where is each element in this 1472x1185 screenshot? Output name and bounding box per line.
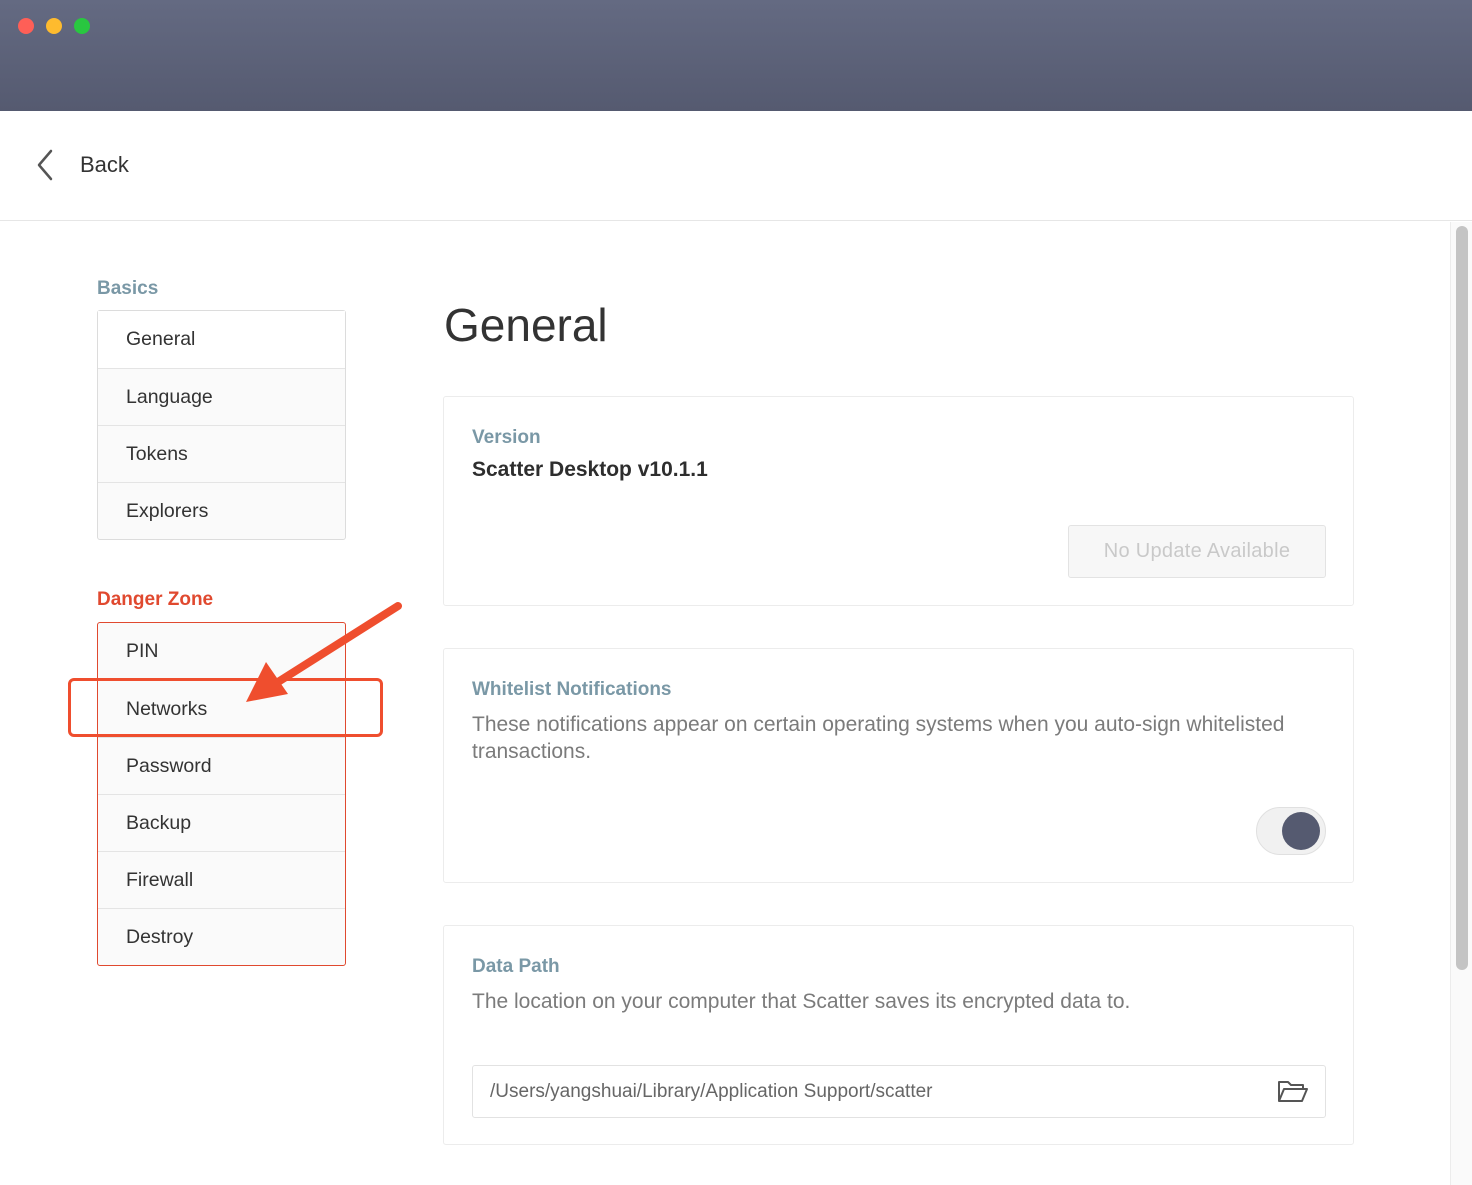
data-path-field[interactable]: /Users/yangshuai/Library/Application Sup… [472, 1065, 1326, 1118]
maximize-window-button[interactable] [74, 18, 90, 34]
sidebar-item-general[interactable]: General [98, 311, 345, 368]
whitelist-toggle[interactable] [1256, 807, 1326, 855]
data-path-description: The location on your computer that Scatt… [472, 990, 1131, 1013]
page-title: General [444, 299, 608, 351]
arrow-icon [230, 598, 410, 713]
data-path-card: Data Path The location on your computer … [443, 925, 1354, 1145]
folder-open-icon[interactable] [1277, 1079, 1309, 1110]
minimize-window-button[interactable] [46, 18, 62, 34]
toggle-knob [1282, 812, 1320, 850]
no-update-button[interactable]: No Update Available [1068, 525, 1326, 578]
data-path-label: Data Path [472, 956, 560, 977]
version-card: Version Scatter Desktop v10.1.1 No Updat… [443, 396, 1354, 606]
back-button[interactable]: Back [36, 145, 129, 185]
chevron-left-icon [36, 149, 54, 181]
data-path-value: /Users/yangshuai/Library/Application Sup… [490, 1080, 933, 1102]
app-window: Back Basics General Language Tokens Expl… [0, 0, 1472, 1185]
sidebar-item-backup[interactable]: Backup [98, 794, 345, 851]
whitelist-notifications-card: Whitelist Notifications These notificati… [443, 648, 1354, 883]
version-value: Scatter Desktop v10.1.1 [472, 458, 708, 481]
basics-menu: General Language Tokens Explorers [97, 310, 346, 540]
sidebar-item-tokens[interactable]: Tokens [98, 425, 345, 482]
whitelist-description: These notifications appear on certain op… [472, 713, 1285, 763]
sidebar-item-password[interactable]: Password [98, 737, 345, 794]
close-window-button[interactable] [18, 18, 34, 34]
whitelist-label: Whitelist Notifications [472, 679, 672, 700]
sidebar-item-destroy[interactable]: Destroy [98, 908, 345, 965]
sidebar-item-firewall[interactable]: Firewall [98, 851, 345, 908]
title-bar [0, 0, 1472, 111]
scrollbar-thumb[interactable] [1456, 226, 1468, 970]
danger-zone-label: Danger Zone [97, 589, 214, 610]
sidebar-item-language[interactable]: Language [98, 368, 345, 425]
sidebar-item-explorers[interactable]: Explorers [98, 482, 345, 539]
header-bar: Back [0, 111, 1472, 221]
basics-section-label: Basics [97, 278, 159, 299]
version-label: Version [472, 427, 541, 448]
back-label: Back [80, 152, 129, 177]
